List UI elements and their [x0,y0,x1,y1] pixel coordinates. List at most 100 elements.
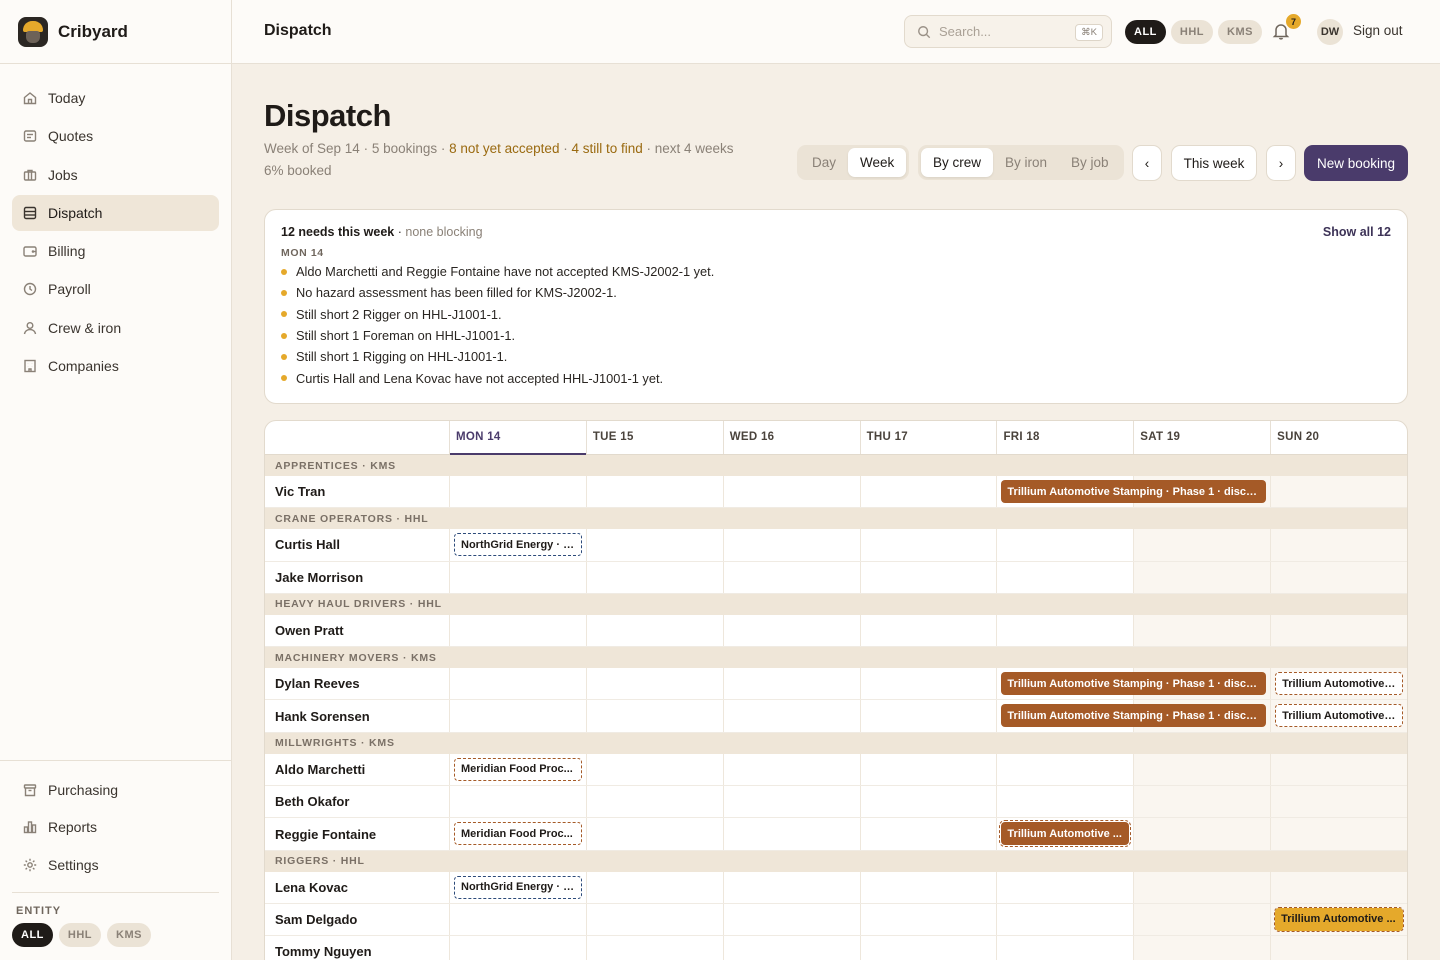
day-cell[interactable] [585,476,723,508]
crew-name[interactable]: Aldo Marchetti [265,754,449,785]
day-cell[interactable] [996,614,1133,647]
day-cell[interactable] [996,871,1133,903]
day-cell[interactable] [859,936,997,960]
day-cell[interactable] [859,529,997,561]
booking-block[interactable]: Trillium Automotive Stamping · Phase 1 ·… [1001,672,1267,696]
day-cell[interactable] [859,753,997,786]
booking-block[interactable]: Trillium Automotive Stamping · Phase 1 ·… [1001,480,1267,503]
crew-name[interactable]: Lena Kovac [265,872,449,903]
day-cell[interactable] [722,561,860,593]
day-cell[interactable] [996,753,1133,786]
search-box[interactable]: ⌘K [904,15,1112,48]
crew-name[interactable]: Tommy Nguyen [265,936,449,960]
day-cell[interactable] [585,561,723,593]
sidebar-item-companies[interactable]: Companies [12,348,219,384]
sidebar-item-crew-iron[interactable]: Crew & iron [12,310,219,346]
new-booking-button[interactable]: New booking [1304,145,1408,181]
group-by-job-option[interactable]: By job [1059,148,1121,177]
day-cell[interactable] [722,668,860,700]
day-cell[interactable] [449,786,586,818]
sidebar-item-billing[interactable]: Billing [12,233,219,269]
day-cell[interactable] [585,529,723,561]
entity-pill-all[interactable]: ALL [12,923,53,947]
day-cell[interactable] [996,786,1133,818]
booking-block[interactable]: Meridian Food Proc... [454,822,582,846]
brand[interactable]: Cribyard [0,0,231,64]
booking-block[interactable]: Trillium Automotive ... [999,820,1132,848]
day-cell[interactable] [585,700,723,732]
day-cell[interactable] [1133,614,1271,647]
day-cell[interactable] [859,700,997,732]
day-cell[interactable] [996,529,1133,561]
next-week-button[interactable]: › [1266,145,1296,181]
day-cell[interactable] [996,903,1133,936]
day-cell[interactable] [1270,614,1407,647]
booking-block[interactable]: Meridian Food Proc... [454,757,582,781]
group-by-crew-option[interactable]: By crew [921,148,994,177]
day-cell[interactable] [859,614,997,647]
day-cell[interactable] [859,786,997,818]
day-cell[interactable] [1270,753,1407,786]
day-cell[interactable] [585,871,723,903]
booking-block[interactable]: NorthGrid Energy · R... [454,875,582,899]
day-cell[interactable] [996,561,1133,593]
booking-block[interactable]: Trillium Automotive ... [1274,906,1404,932]
need-item[interactable]: Still short 1 Rigging on HHL-J1001-1. [281,346,1391,367]
sidebar-item-jobs[interactable]: Jobs [12,157,219,193]
this-week-button[interactable]: This week [1171,145,1257,181]
day-cell[interactable] [449,700,586,732]
day-cell[interactable] [1270,936,1407,960]
entity-pill-kms[interactable]: KMS [107,923,151,947]
day-cell[interactable] [449,668,586,700]
day-cell[interactable] [1270,561,1407,593]
crew-name[interactable]: Sam Delgado [265,904,449,935]
day-cell[interactable] [449,614,586,647]
day-cell[interactable] [585,818,723,850]
prev-week-button[interactable]: ‹ [1132,145,1162,181]
day-cell[interactable] [1270,529,1407,561]
day-cell[interactable] [722,871,860,903]
entity-pill-all[interactable]: ALL [1125,20,1166,44]
group-by-iron-option[interactable]: By iron [993,148,1059,177]
day-cell[interactable] [1133,936,1271,960]
day-cell[interactable] [859,668,997,700]
day-cell[interactable] [722,936,860,960]
view-week-option[interactable]: Week [848,148,907,177]
day-cell[interactable] [1270,818,1407,850]
day-cell[interactable] [996,936,1133,960]
sidebar-item-reports[interactable]: Reports [12,810,219,845]
day-cell[interactable] [859,871,997,903]
need-item[interactable]: No hazard assessment has been filled for… [281,282,1391,303]
sidebar-item-settings[interactable]: Settings [12,847,219,882]
day-cell[interactable] [1270,476,1407,508]
day-cell[interactable] [722,786,860,818]
sidebar-item-purchasing[interactable]: Purchasing [12,772,219,807]
sidebar-item-dispatch[interactable]: Dispatch [12,194,219,231]
sign-out-link[interactable]: Sign out [1353,23,1403,38]
day-cell[interactable] [585,753,723,786]
crew-name[interactable]: Vic Tran [265,476,449,507]
day-cell[interactable] [449,903,586,936]
booking-block[interactable]: Trillium Automotive ... [1275,704,1403,728]
day-cell[interactable] [722,529,860,561]
day-cell[interactable] [722,614,860,647]
need-item[interactable]: Aldo Marchetti and Reggie Fontaine have … [281,261,1391,282]
entity-pill-hhl[interactable]: HHL [1170,20,1213,44]
day-cell[interactable] [1133,786,1271,818]
day-cell[interactable] [722,818,860,850]
entity-pill-hhl[interactable]: HHL [58,923,101,947]
day-cell[interactable] [449,476,586,508]
day-cell[interactable] [1133,903,1271,936]
day-cell[interactable] [1270,786,1407,818]
day-cell[interactable] [1133,561,1271,593]
day-cell[interactable] [859,561,997,593]
search-input[interactable] [939,24,1069,39]
crew-name[interactable]: Curtis Hall [265,529,449,560]
crew-name[interactable]: Owen Pratt [265,615,449,646]
day-cell[interactable] [1133,818,1271,850]
sidebar-item-payroll[interactable]: Payroll [12,271,219,307]
day-cell[interactable] [722,700,860,732]
day-cell[interactable] [859,903,997,936]
day-cell[interactable] [1270,871,1407,903]
need-item[interactable]: Still short 2 Rigger on HHL-J1001-1. [281,304,1391,325]
